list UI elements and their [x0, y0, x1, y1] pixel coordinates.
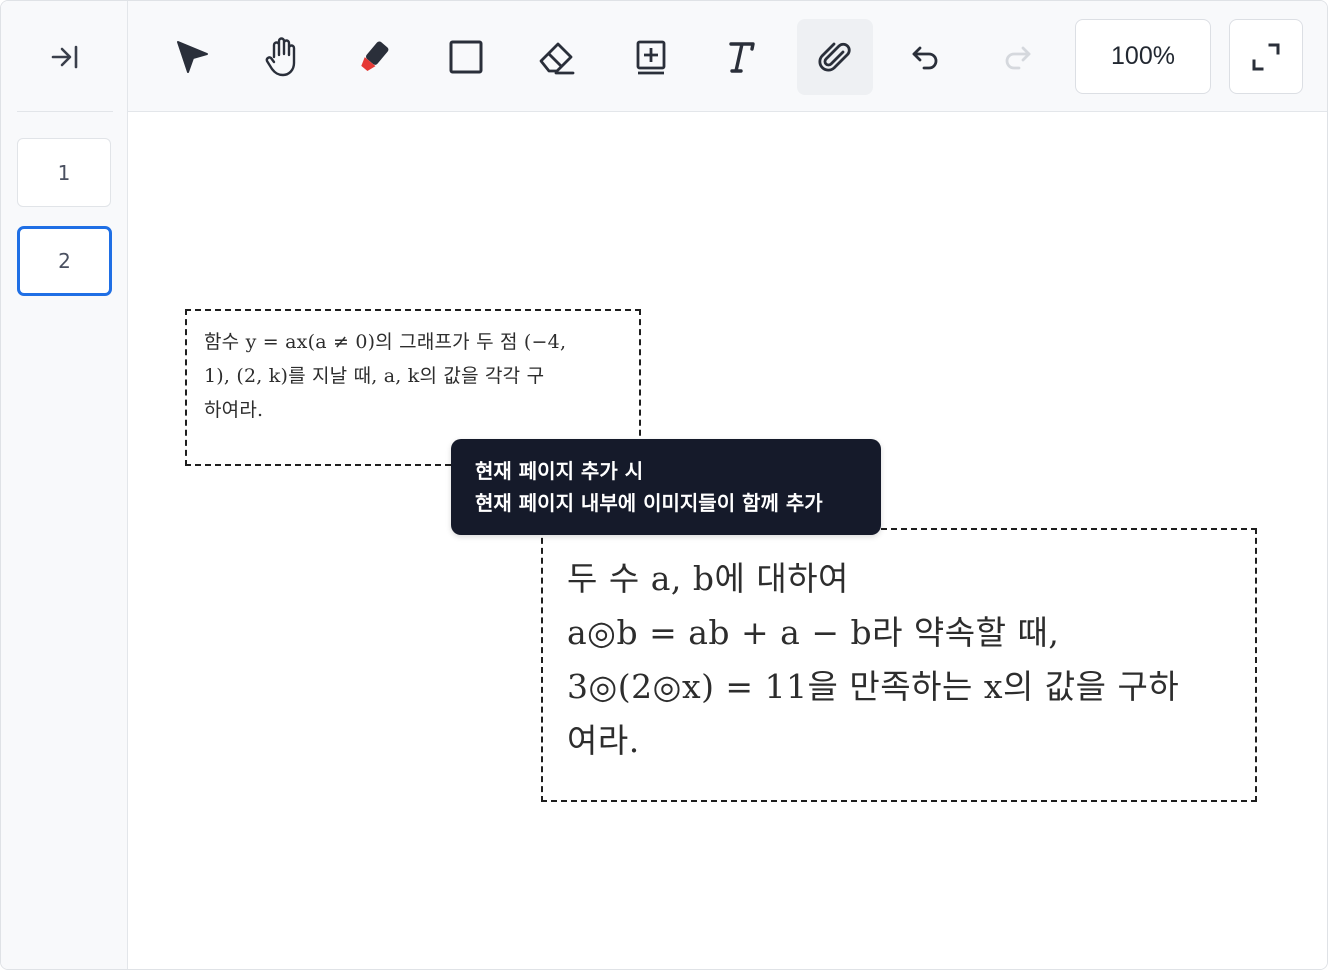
tooltip-line-2: 현재 페이지 내부에 이미지들이 함께 추가 — [475, 491, 823, 515]
text-tool-button[interactable] — [703, 19, 779, 95]
rectangle-tool-button[interactable] — [428, 19, 504, 95]
highlighter-tool-button[interactable] — [336, 19, 412, 95]
page-sidebar: 1 2 — [1, 1, 128, 969]
tooltip-line-1: 현재 페이지 추가 시 — [475, 459, 644, 483]
problem-text-line: 하여라. — [204, 399, 264, 421]
eraser-icon — [539, 42, 575, 75]
zoom-level-label: 100% — [1111, 42, 1175, 70]
problem-text-line: 여라. — [567, 721, 640, 760]
editor-app: 1 2 100% 함수 y = ax(a ≠ 0)의 그래프가 두 점 (−4,… — [0, 0, 1328, 970]
problem-text-line: 1), (2, k)를 지날 때, a, k의 값을 각각 구 — [204, 365, 545, 387]
hand-icon — [265, 37, 296, 77]
add-page-tool-button[interactable] — [613, 19, 689, 95]
undo-button[interactable] — [888, 19, 964, 95]
collapse-sidebar-button[interactable] — [41, 37, 89, 77]
problem-text-line: 두 수 a, b에 대하여 — [567, 559, 849, 598]
marker-icon — [361, 41, 389, 72]
problem-text-line: 함수 y = ax(a ≠ 0)의 그래프가 두 점 (−4, — [204, 331, 567, 353]
pan-tool-button[interactable] — [245, 19, 321, 95]
redo-button[interactable] — [979, 19, 1055, 95]
page-thumb-1[interactable]: 1 — [17, 138, 111, 207]
paperclip-icon — [818, 42, 851, 72]
pointer-arrow-icon — [177, 41, 208, 73]
expand-icon — [1252, 43, 1280, 70]
add-box-icon — [636, 40, 666, 75]
attach-tooltip: 현재 페이지 추가 시 현재 페이지 내부에 이미지들이 함께 추가 — [451, 439, 881, 535]
collapse-right-icon — [51, 45, 78, 69]
page-thumb-2[interactable]: 2 — [17, 226, 112, 296]
problem-text-line: a◎b = ab + a − b라 약속할 때, — [567, 613, 1060, 652]
math-problem-image-2[interactable]: 두 수 a, b에 대하여 a◎b = ab + a − b라 약속할 때, 3… — [541, 528, 1257, 802]
problem-text-line: 3◎(2◎x) = 11을 만족하는 x의 값을 구하 — [567, 667, 1180, 706]
square-icon — [449, 40, 483, 74]
page-thumb-label: 2 — [58, 249, 71, 273]
undo-icon — [912, 46, 938, 70]
eraser-tool-button[interactable] — [519, 19, 595, 95]
select-tool-button[interactable] — [154, 19, 230, 95]
toolbar: 100% — [128, 1, 1327, 112]
zoom-level-button[interactable]: 100% — [1075, 19, 1211, 94]
fullscreen-button[interactable] — [1229, 19, 1303, 94]
text-icon — [729, 42, 755, 73]
redo-icon — [1005, 46, 1031, 70]
sidebar-divider — [17, 111, 113, 112]
attach-tool-button[interactable] — [797, 19, 873, 95]
page-thumb-label: 1 — [57, 160, 71, 185]
page-canvas[interactable]: 함수 y = ax(a ≠ 0)의 그래프가 두 점 (−4, 1), (2, … — [128, 112, 1327, 969]
